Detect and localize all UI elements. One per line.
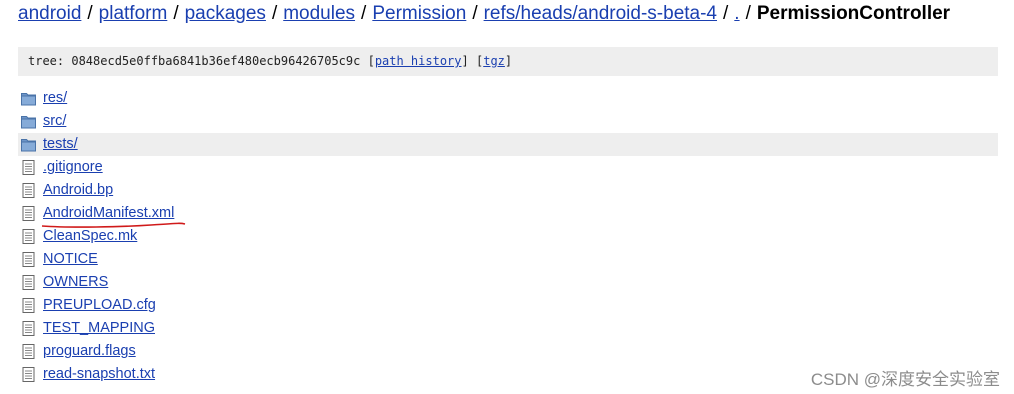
file-link[interactable]: OWNERS [43,271,108,294]
file-entry: TEST_MAPPING [18,317,998,340]
file-entry: .gitignore [18,156,998,179]
tree-info-bar: tree: 0848ecd5e0ffba6841b36ef480ecb96426… [18,47,998,76]
file-link[interactable]: TEST_MAPPING [43,317,155,340]
file-link[interactable]: read-snapshot.txt [43,363,155,386]
folder-entry: tests/ [18,133,998,156]
file-icon [21,183,36,198]
breadcrumb-separator: / [271,3,278,24]
breadcrumb-link-packages[interactable]: packages [185,3,266,24]
tree-hash: 0848ecd5e0ffba6841b36ef480ecb96426705c9c [71,54,361,68]
file-entry: PREUPLOAD.cfg [18,294,998,317]
breadcrumb-separator: / [173,3,179,24]
file-link[interactable]: Android.bp [43,179,113,202]
folder-icon [21,91,36,106]
breadcrumb-link-modules[interactable]: modules [283,3,355,24]
folder-entry: src/ [18,110,998,133]
breadcrumb-separator: / [472,3,478,24]
file-link[interactable]: .gitignore [43,156,103,179]
file-list: res/src/tests/.gitignore Android.bp Androi… [18,87,998,386]
breadcrumb-separator: / [87,3,93,24]
file-entry: proguard.flags [18,340,998,363]
tgz-link[interactable]: tgz [483,54,505,68]
breadcrumb-current: PermissionController [756,3,951,24]
folder-link[interactable]: res/ [43,87,67,110]
file-entry: Android.bp [18,179,998,202]
breadcrumb-link-android[interactable]: android [18,3,81,24]
folder-icon [21,137,36,152]
bracket: ] [461,54,469,68]
annotation-underline [41,222,186,228]
file-icon [21,344,36,359]
breadcrumb: android / platform / packages / modules / Permis… [18,1,950,27]
folder-entry: res/ [18,87,998,110]
file-icon [21,298,36,313]
folder-icon [21,114,36,129]
folder-link[interactable]: tests/ [43,133,78,156]
watermark: CSDN @深度安全实验室 [810,370,1000,389]
file-icon [21,160,36,175]
bracket: ] [504,54,513,68]
breadcrumb-link-permission[interactable]: Permission [372,3,466,24]
breadcrumb-separator: / [723,3,729,24]
breadcrumb-link-root[interactable]: . [734,3,739,24]
file-icon [21,229,36,244]
file-icon [21,252,36,267]
breadcrumb-link-platform[interactable]: platform [99,3,168,24]
file-link[interactable]: NOTICE [43,248,98,271]
bracket: [ [367,54,375,68]
file-icon [21,206,36,221]
breadcrumb-separator: / [745,3,751,24]
breadcrumb-separator: / [361,3,367,24]
folder-link[interactable]: src/ [43,110,66,133]
file-icon [21,367,36,382]
file-entry: OWNERS [18,271,998,294]
file-link[interactable]: proguard.flags [43,340,136,363]
file-link[interactable]: PREUPLOAD.cfg [43,294,156,317]
file-entry: NOTICE [18,248,998,271]
tree-label: tree: [28,54,65,68]
file-icon [21,321,36,336]
file-icon [21,275,36,290]
breadcrumb-link-ref[interactable]: refs/heads/android-s-beta-4 [484,3,717,24]
path-history-link[interactable]: path history [375,54,462,68]
